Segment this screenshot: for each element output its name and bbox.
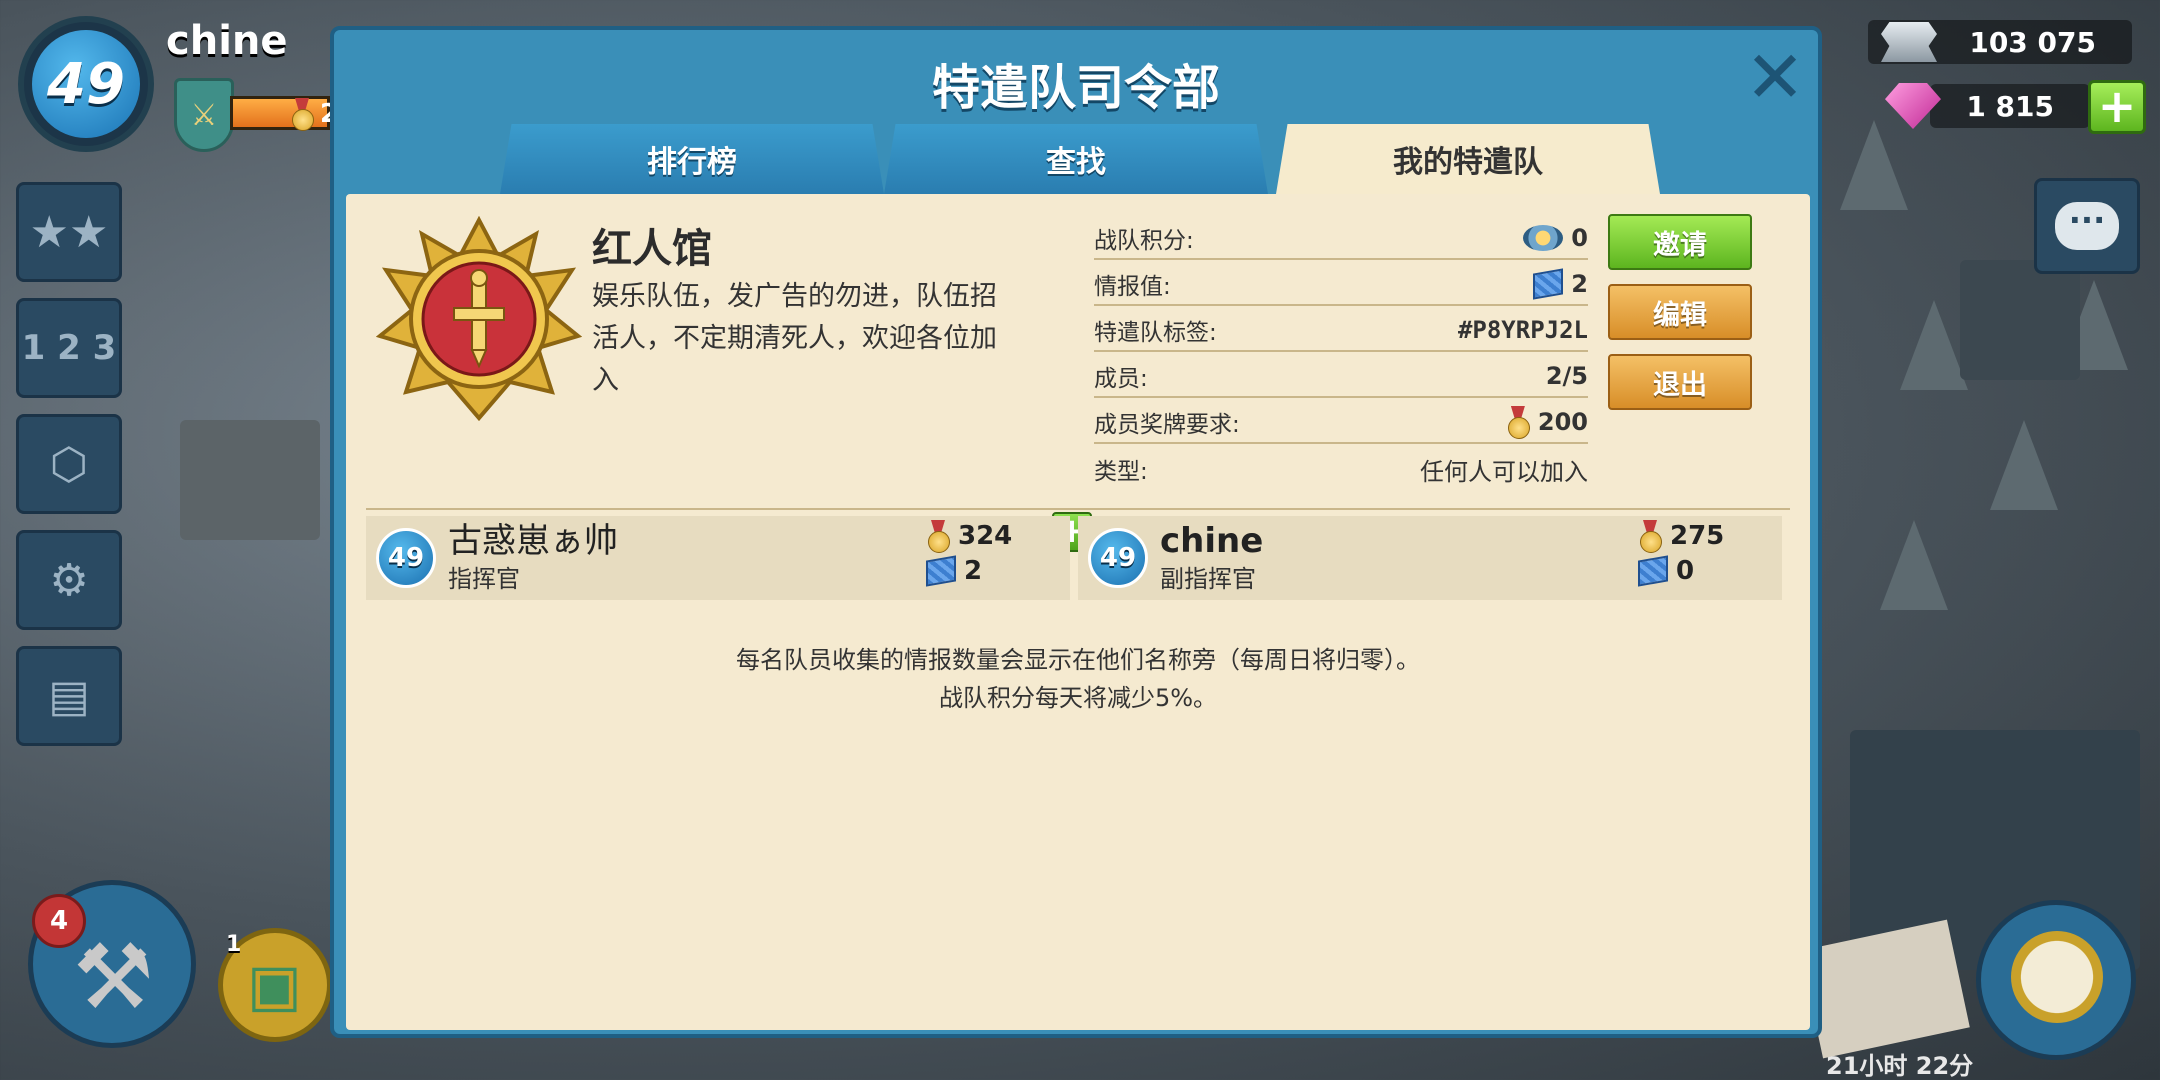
info-row-score: 战队积分: 0: [1094, 218, 1588, 260]
podium-icon: 1 2 3: [21, 328, 117, 368]
member-role: 副指挥官: [1160, 564, 1256, 593]
tab-leaderboard[interactable]: 排行榜: [500, 124, 884, 194]
tab-label: 排行榜: [647, 145, 737, 180]
iron-value: 103 075: [1969, 25, 2096, 59]
leave-button[interactable]: 退出: [1608, 354, 1752, 410]
member-role: 指挥官: [448, 564, 520, 593]
diamond-bar: 1 815: [1930, 84, 2090, 128]
type-label: 类型:: [1094, 459, 1148, 485]
background-tree: [1900, 300, 1968, 390]
taskforce-name: 红人馆: [592, 226, 712, 272]
news-button[interactable]: ▤: [16, 646, 122, 746]
player-name: chine: [166, 18, 288, 64]
tab-search[interactable]: 查找: [884, 124, 1268, 194]
player-level: 49: [32, 30, 140, 138]
member-row[interactable]: 49 chine 副指挥官 275 0: [1078, 516, 1782, 600]
tab-my-taskforce[interactable]: 我的特遣队: [1276, 124, 1660, 194]
chat-bubble-icon: ···: [2055, 202, 2119, 250]
invite-button[interactable]: 邀请: [1608, 214, 1752, 270]
intel-note: 每名队员收集的情报数量会显示在他们名称旁（每周日将归零）。: [736, 646, 1420, 674]
modal-title: 特遣队司令部: [931, 60, 1220, 116]
intel-value: 2: [1571, 270, 1588, 298]
chat-button[interactable]: ···: [2034, 178, 2140, 274]
newspaper-icon: ▤: [48, 670, 90, 722]
info-row-medal-requirement: 成员奖牌要求: 200: [1094, 402, 1588, 444]
intel-icon: [1638, 555, 1668, 587]
info-row-type: 类型: 任何人可以加入: [1094, 448, 1588, 490]
medal-requirement-value: 200: [1537, 408, 1588, 436]
plus-icon: +: [2097, 79, 2137, 133]
medal-icon: [1506, 406, 1530, 439]
diamond-icon: [1882, 78, 1944, 134]
member-level-badge: 49: [1088, 528, 1148, 588]
map-button[interactable]: [1976, 900, 2136, 1060]
content-panel: 红人馆 娱乐队伍，发广告的勿进，队伍招活人，不定期清死人，欢迎各位加入 战队积分…: [346, 194, 1810, 1030]
close-icon: ✕: [1744, 35, 1806, 119]
stars-button[interactable]: ★★: [16, 182, 122, 282]
info-row-members: 成员: 2/5: [1094, 356, 1588, 398]
player-level-badge[interactable]: 49: [18, 16, 154, 152]
medal-requirement-label: 成员奖牌要求:: [1094, 412, 1240, 438]
diamond-value: 1 815: [1966, 89, 2054, 123]
medal-icon: [926, 520, 950, 553]
members-value: 2/5: [1545, 362, 1588, 390]
background-building: [1960, 260, 2080, 380]
taskforce-emblem-icon: [376, 216, 582, 422]
map-paper-icon: [1800, 919, 1970, 1059]
medal-icon: [1638, 520, 1662, 553]
info-row-intel: 情报值: 2: [1094, 264, 1588, 306]
score-decay-note: 战队积分每天将减少5%。: [938, 684, 1218, 712]
background-tree: [1880, 520, 1948, 610]
network-icon: ⬡: [49, 438, 89, 490]
member-medals: 324: [958, 521, 1013, 551]
member-name: chine: [1160, 520, 1264, 561]
intel-label: 情报值:: [1094, 274, 1171, 300]
taskforce-description: 娱乐队伍，发广告的勿进，队伍招活人，不定期清死人，欢迎各位加入: [592, 281, 997, 396]
medal-icon: [290, 98, 314, 131]
background-tree: [1990, 420, 2058, 510]
gift-count: 1: [226, 932, 242, 957]
builder-count-badge: 4: [32, 894, 86, 948]
members-label: 成员:: [1094, 366, 1148, 392]
score-label: 战队积分:: [1094, 228, 1194, 254]
timer-text: 21小时 22分: [1826, 1052, 1974, 1080]
stars-icon: ★★: [29, 206, 109, 258]
background-building: [180, 420, 320, 540]
tab-label: 我的特遣队: [1393, 145, 1543, 180]
leaderboard-button[interactable]: 1 2 3: [16, 298, 122, 398]
score-icon: [1523, 225, 1564, 251]
iron-icon: [1878, 14, 1940, 70]
member-row[interactable]: 49 古惑崽ぁ帅 指挥官 324 2: [366, 516, 1070, 600]
tag-value[interactable]: #P8YRPJ2L: [1458, 316, 1588, 344]
rank-shield-icon[interactable]: ⚔: [174, 78, 234, 152]
member-level-badge: 49: [376, 528, 436, 588]
taskforce-button[interactable]: ⬡: [16, 414, 122, 514]
score-value: 0: [1571, 224, 1588, 252]
buy-diamonds-button[interactable]: +: [2088, 80, 2146, 134]
intel-icon: [1533, 268, 1564, 300]
divider: [366, 508, 1790, 510]
member-name: 古惑崽ぁ帅: [448, 520, 618, 561]
info-row-tag: 特遣队标签: #P8YRPJ2L: [1094, 310, 1588, 352]
close-button[interactable]: ✕: [1738, 40, 1812, 114]
member-intel: 2: [964, 556, 983, 586]
intel-icon: [926, 555, 956, 587]
settings-button[interactable]: ⚙: [16, 530, 122, 630]
compass-icon: [2011, 931, 2103, 1023]
member-intel: 0: [1676, 556, 1695, 586]
edit-button[interactable]: 编辑: [1608, 284, 1752, 340]
gift-icon: ▣: [247, 951, 302, 1019]
tab-label: 查找: [1046, 145, 1106, 180]
tag-label: 特遣队标签:: [1094, 320, 1217, 346]
type-value: 任何人可以加入: [1420, 457, 1588, 486]
hammer-icon: ⚒: [73, 925, 154, 1030]
taskforce-modal: 特遣队司令部 ✕ 排行榜 查找 我的特遣队 红人馆 娱乐队伍，发广告的勿进，队伍…: [330, 26, 1822, 1038]
gear-icon: ⚙: [49, 554, 89, 606]
member-medals: 275: [1670, 521, 1725, 551]
